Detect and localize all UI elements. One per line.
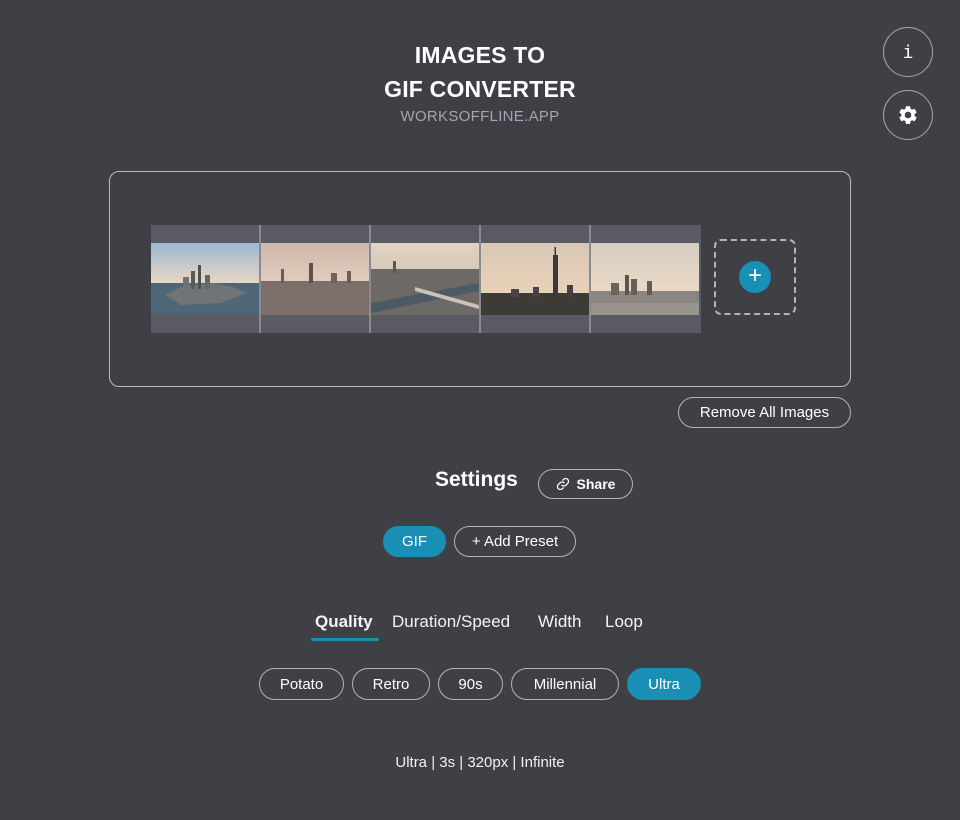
tab-loop[interactable]: Loop (605, 612, 643, 632)
settings-button[interactable] (883, 90, 933, 140)
thumbnail-strip (151, 225, 701, 333)
tab-duration-speed[interactable]: Duration/Speed (392, 612, 510, 632)
app-title-line1: IMAGES TO (414, 42, 546, 68)
info-icon: i (902, 41, 914, 63)
share-button[interactable]: Share (538, 469, 633, 499)
add-preset-button[interactable]: + Add Preset (454, 526, 576, 557)
gear-icon (899, 106, 917, 124)
city-image (371, 243, 479, 315)
app-title-line2: GIF CONVERTER (384, 76, 576, 102)
quality-millennial-button[interactable]: Millennial (511, 668, 619, 700)
active-tab-indicator (311, 638, 379, 641)
image-dropzone[interactable]: + (109, 171, 851, 387)
link-icon (556, 477, 569, 491)
app-subtitle: WORKSOFFLINE.APP (400, 108, 560, 125)
image-thumbnail[interactable] (591, 225, 701, 333)
city-image (591, 243, 699, 315)
remove-all-images-button[interactable]: Remove All Images (678, 397, 851, 428)
settings-summary: Ultra | 3s | 320px | Infinite (395, 754, 565, 771)
image-thumbnail[interactable] (481, 225, 591, 333)
city-image (481, 243, 589, 315)
quality-potato-button[interactable]: Potato (259, 668, 344, 700)
quality-90s-button[interactable]: 90s (438, 668, 503, 700)
info-button[interactable]: i (883, 27, 933, 77)
quality-retro-button[interactable]: Retro (352, 668, 430, 700)
image-thumbnail[interactable] (261, 225, 371, 333)
image-thumbnail[interactable] (151, 225, 261, 333)
settings-tabs: Quality Duration/Speed Width Loop (0, 612, 960, 644)
tab-quality[interactable]: Quality (315, 612, 373, 632)
preset-gif-button[interactable]: GIF (383, 526, 446, 557)
image-thumbnail[interactable] (371, 225, 481, 333)
city-image (151, 243, 259, 315)
tab-width[interactable]: Width (538, 612, 581, 632)
settings-heading: Settings (435, 468, 518, 491)
plus-icon: + (739, 261, 771, 293)
add-image-tile[interactable]: + (714, 239, 796, 315)
app-header: IMAGES TO GIF CONVERTER WORKSOFFLINE.APP (0, 38, 960, 125)
city-image (261, 243, 369, 315)
share-label: Share (576, 476, 616, 492)
quality-ultra-button[interactable]: Ultra (627, 668, 701, 700)
